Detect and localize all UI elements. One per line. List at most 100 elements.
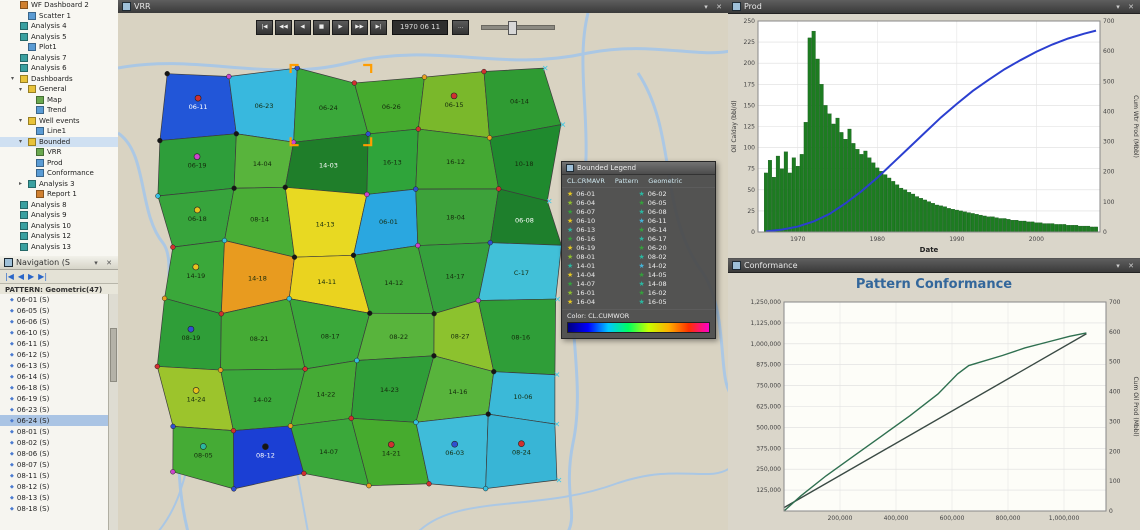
legend-entry-16-01[interactable]: ★ 16-01 — [567, 289, 639, 297]
time-slider[interactable] — [481, 21, 556, 35]
tree-caret-icon[interactable]: ▾ — [11, 75, 17, 82]
pattern-list-item-06-01-s[interactable]: ◆ 06-01 (S) — [0, 294, 109, 305]
legend-entry-14-01[interactable]: ★ 14-01 — [567, 262, 639, 270]
pattern-list-item-06-24-s[interactable]: ◆ 06-24 (S) — [0, 415, 109, 426]
nav-step-button[interactable]: ◀ — [18, 271, 24, 283]
tree-item-conformance[interactable]: Conformance — [0, 168, 118, 179]
tree-item-general[interactable]: ▾ General — [0, 84, 118, 95]
legend-entry-06-10[interactable]: ★ 06-10 — [567, 217, 639, 225]
tree-item-line1[interactable]: Line1 — [0, 126, 118, 137]
pattern-list-item-06-13-s[interactable]: ◆ 06-13 (S) — [0, 360, 109, 371]
playback-button[interactable]: ■ — [313, 20, 330, 35]
playback-button[interactable]: ◀ — [294, 20, 311, 35]
legend-entry-14-05[interactable]: ★ 14-05 — [639, 271, 711, 279]
legend-entry-06-14[interactable]: ★ 06-14 — [639, 226, 711, 234]
legend-entry-16-05[interactable]: ★ 16-05 — [639, 298, 711, 306]
map-close-icon[interactable]: ✕ — [714, 3, 724, 11]
tree-caret-icon[interactable]: ▾ — [19, 117, 25, 124]
nav-step-button[interactable]: ▶| — [38, 271, 47, 283]
pattern-list-item-06-23-s[interactable]: ◆ 06-23 (S) — [0, 404, 109, 415]
legend-entry-06-07[interactable]: ★ 06-07 — [567, 208, 639, 216]
legend-entry-06-11[interactable]: ★ 06-11 — [639, 217, 711, 225]
tree-item-analysis-12[interactable]: Analysis 12 — [0, 231, 118, 242]
nav-step-button[interactable]: |◀ — [5, 271, 14, 283]
tree-caret-icon[interactable]: ▾ — [19, 86, 25, 93]
tree-item-analysis-6[interactable]: Analysis 6 — [0, 63, 118, 74]
pattern-list-item-06-10-s[interactable]: ◆ 06-10 (S) — [0, 327, 109, 338]
pattern-list-item-06-06-s[interactable]: ◆ 06-06 (S) — [0, 316, 109, 327]
scrollbar-thumb[interactable] — [110, 328, 117, 382]
nav-step-button[interactable]: ▶ — [28, 271, 34, 283]
pattern-list-item-06-19-s[interactable]: ◆ 06-19 (S) — [0, 393, 109, 404]
time-slider-knob[interactable] — [508, 21, 518, 35]
tree-item-bounded[interactable]: ▾ Bounded — [0, 136, 118, 147]
tree-item-analysis-7[interactable]: Analysis 7 — [0, 53, 118, 64]
pattern-list-item-06-18-s[interactable]: ◆ 06-18 (S) — [0, 382, 109, 393]
more-button[interactable]: ... — [452, 20, 470, 35]
navigation-close-icon[interactable]: ✕ — [104, 259, 114, 267]
pattern-list-item-06-14-s[interactable]: ◆ 06-14 (S) — [0, 371, 109, 382]
pattern-list-item-08-18-s[interactable]: ◆ 08-18 (S) — [0, 503, 109, 514]
legend-entry-14-04[interactable]: ★ 14-04 — [567, 271, 639, 279]
playback-button[interactable]: ▶▶ — [351, 20, 368, 35]
legend-entry-06-02[interactable]: ★ 06-02 — [639, 190, 711, 198]
map-pin-icon[interactable]: ▾ — [701, 3, 711, 11]
pattern-list-item-08-11-s[interactable]: ◆ 08-11 (S) — [0, 470, 109, 481]
legend-entry-06-19[interactable]: ★ 06-19 — [567, 244, 639, 252]
legend-entry-06-20[interactable]: ★ 06-20 — [639, 244, 711, 252]
legend-entry-06-16[interactable]: ★ 06-16 — [567, 235, 639, 243]
tree-item-analysis-9[interactable]: Analysis 9 — [0, 210, 118, 221]
legend-entry-14-02[interactable]: ★ 14-02 — [639, 262, 711, 270]
legend-entry-16-04[interactable]: ★ 16-04 — [567, 298, 639, 306]
playback-button[interactable]: ▶| — [370, 20, 387, 35]
playback-button[interactable]: |◀ — [256, 20, 273, 35]
legend-entry-14-08[interactable]: ★ 14-08 — [639, 280, 711, 288]
legend-entry-14-07[interactable]: ★ 14-07 — [567, 280, 639, 288]
playback-button[interactable]: ◀◀ — [275, 20, 292, 35]
tree-item-map[interactable]: Map — [0, 95, 118, 106]
pattern-list-item-08-01-s[interactable]: ◆ 08-01 (S) — [0, 426, 109, 437]
legend-entry-08-01[interactable]: ★ 08-01 — [567, 253, 639, 261]
legend-entry-06-04[interactable]: ★ 06-04 — [567, 199, 639, 207]
tree-item-analysis-10[interactable]: Analysis 10 — [0, 221, 118, 232]
legend-entry-06-17[interactable]: ★ 06-17 — [639, 235, 711, 243]
tree-item-analysis-5[interactable]: Analysis 5 — [0, 32, 118, 43]
legend-entry-06-13[interactable]: ★ 06-13 — [567, 226, 639, 234]
tree-item-analysis-4[interactable]: Analysis 4 — [0, 21, 118, 32]
legend-entry-06-01[interactable]: ★ 06-01 — [567, 190, 639, 198]
tree-caret-icon[interactable]: ▸ — [19, 180, 25, 187]
tree-caret-icon[interactable]: ▾ — [19, 138, 25, 145]
time-display[interactable]: 1970 06 11 — [392, 20, 449, 35]
tree-item-analysis-13[interactable]: Analysis 13 — [0, 242, 118, 253]
pattern-list-item-06-12-s[interactable]: ◆ 06-12 (S) — [0, 349, 109, 360]
conformance-close-icon[interactable]: ✕ — [1126, 262, 1136, 270]
legend-entry-08-02[interactable]: ★ 08-02 — [639, 253, 711, 261]
legend-entry-06-08[interactable]: ★ 06-08 — [639, 208, 711, 216]
pattern-list-item-08-06-s[interactable]: ◆ 08-06 (S) — [0, 448, 109, 459]
tree-item-wf-dashboard-2[interactable]: WF Dashboard 2 — [0, 0, 118, 11]
tree-item-analysis-8[interactable]: Analysis 8 — [0, 200, 118, 211]
pattern-list-item-06-05-s[interactable]: ◆ 06-05 (S) — [0, 305, 109, 316]
pattern-list-item-08-07-s[interactable]: ◆ 08-07 (S) — [0, 459, 109, 470]
prod-close-icon[interactable]: ✕ — [1126, 3, 1136, 11]
prod-pin-icon[interactable]: ▾ — [1113, 3, 1123, 11]
tree-item-analysis-3[interactable]: ▸ Analysis 3 — [0, 179, 118, 190]
legend-entry-16-02[interactable]: ★ 16-02 — [639, 289, 711, 297]
tree-item-report-1[interactable]: Report 1 — [0, 189, 118, 200]
conformance-pin-icon[interactable]: ▾ — [1113, 262, 1123, 270]
tree-item-scatter-1[interactable]: Scatter 1 — [0, 11, 118, 22]
pattern-list-item-08-02-s[interactable]: ◆ 08-02 (S) — [0, 437, 109, 448]
playback-button[interactable]: ▶ — [332, 20, 349, 35]
navigation-pin-icon[interactable]: ▾ — [91, 259, 101, 267]
pattern-list-item-08-12-s[interactable]: ◆ 08-12 (S) — [0, 481, 109, 492]
tree-item-vrr[interactable]: VRR — [0, 147, 118, 158]
tree-item-plot1[interactable]: Plot1 — [0, 42, 118, 53]
tree-item-well-events[interactable]: ▾ Well events — [0, 116, 118, 127]
pattern-list-item-06-11-s[interactable]: ◆ 06-11 (S) — [0, 338, 109, 349]
legend-entry-06-05[interactable]: ★ 06-05 — [639, 199, 711, 207]
tree-item-trend[interactable]: Trend — [0, 105, 118, 116]
tree-item-prod[interactable]: Prod — [0, 158, 118, 169]
tree-item-dashboards[interactable]: ▾ Dashboards — [0, 74, 118, 85]
pattern-list-item-08-13-s[interactable]: ◆ 08-13 (S) — [0, 492, 109, 503]
navigation-scrollbar[interactable] — [108, 294, 118, 530]
